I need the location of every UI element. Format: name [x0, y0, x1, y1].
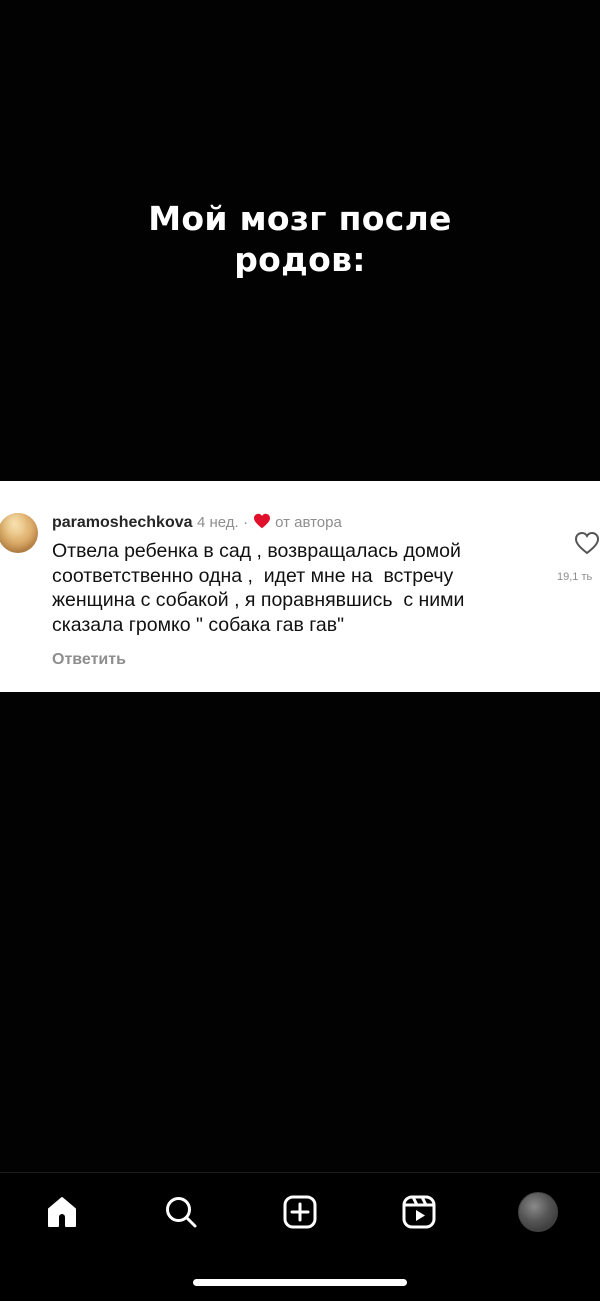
comment-line-3: женщина с собакой , я поравнявшись с ним… — [52, 589, 465, 611]
tab-home[interactable] — [41, 1191, 83, 1233]
video-area[interactable]: Мой мозг после родов: paramoshechkova 4 … — [0, 0, 600, 1172]
tab-reels[interactable] — [398, 1191, 440, 1233]
caption-line-2: родов: — [234, 240, 366, 279]
profile-avatar — [518, 1192, 558, 1232]
comment-header: paramoshechkova 4 нед. · от автора — [52, 513, 342, 533]
like-heart-icon[interactable] — [574, 531, 600, 555]
liked-by-author-label: от автора — [275, 514, 342, 531]
comment-line-1: Отвела ребенка в сад , возвращалась домо… — [52, 540, 461, 562]
reply-button[interactable]: Ответить — [52, 651, 126, 669]
tab-search[interactable] — [160, 1191, 202, 1233]
caption-line-1: Мой мозг после — [148, 199, 452, 238]
video-caption-overlay: Мой мозг после родов: — [0, 198, 600, 280]
home-icon — [48, 1197, 76, 1227]
home-indicator[interactable] — [193, 1279, 407, 1286]
comment-text: Отвела ребенка в сад , возвращалась домо… — [52, 539, 542, 637]
comment-line-4: сказала громко " собака гав гав" — [52, 613, 345, 636]
like-count: 19,1 ть — [557, 571, 593, 583]
tab-create[interactable] — [279, 1191, 321, 1233]
reels-icon — [402, 1195, 436, 1229]
avatar-image — [0, 513, 38, 553]
plus-square-icon — [283, 1195, 317, 1229]
comment-card: paramoshechkova 4 нед. · от автора Отвел… — [0, 481, 600, 692]
author-heart-icon — [253, 513, 270, 529]
comment-time: 4 нед. — [196, 514, 239, 531]
search-icon — [166, 1197, 197, 1228]
comment-username[interactable]: paramoshechkova — [52, 514, 193, 531]
tab-profile[interactable] — [517, 1191, 559, 1233]
separator-dot: · — [243, 514, 249, 531]
commenter-avatar[interactable] — [0, 513, 38, 553]
comment-line-2: соответственно одна , идет мне на встреч… — [52, 564, 454, 587]
